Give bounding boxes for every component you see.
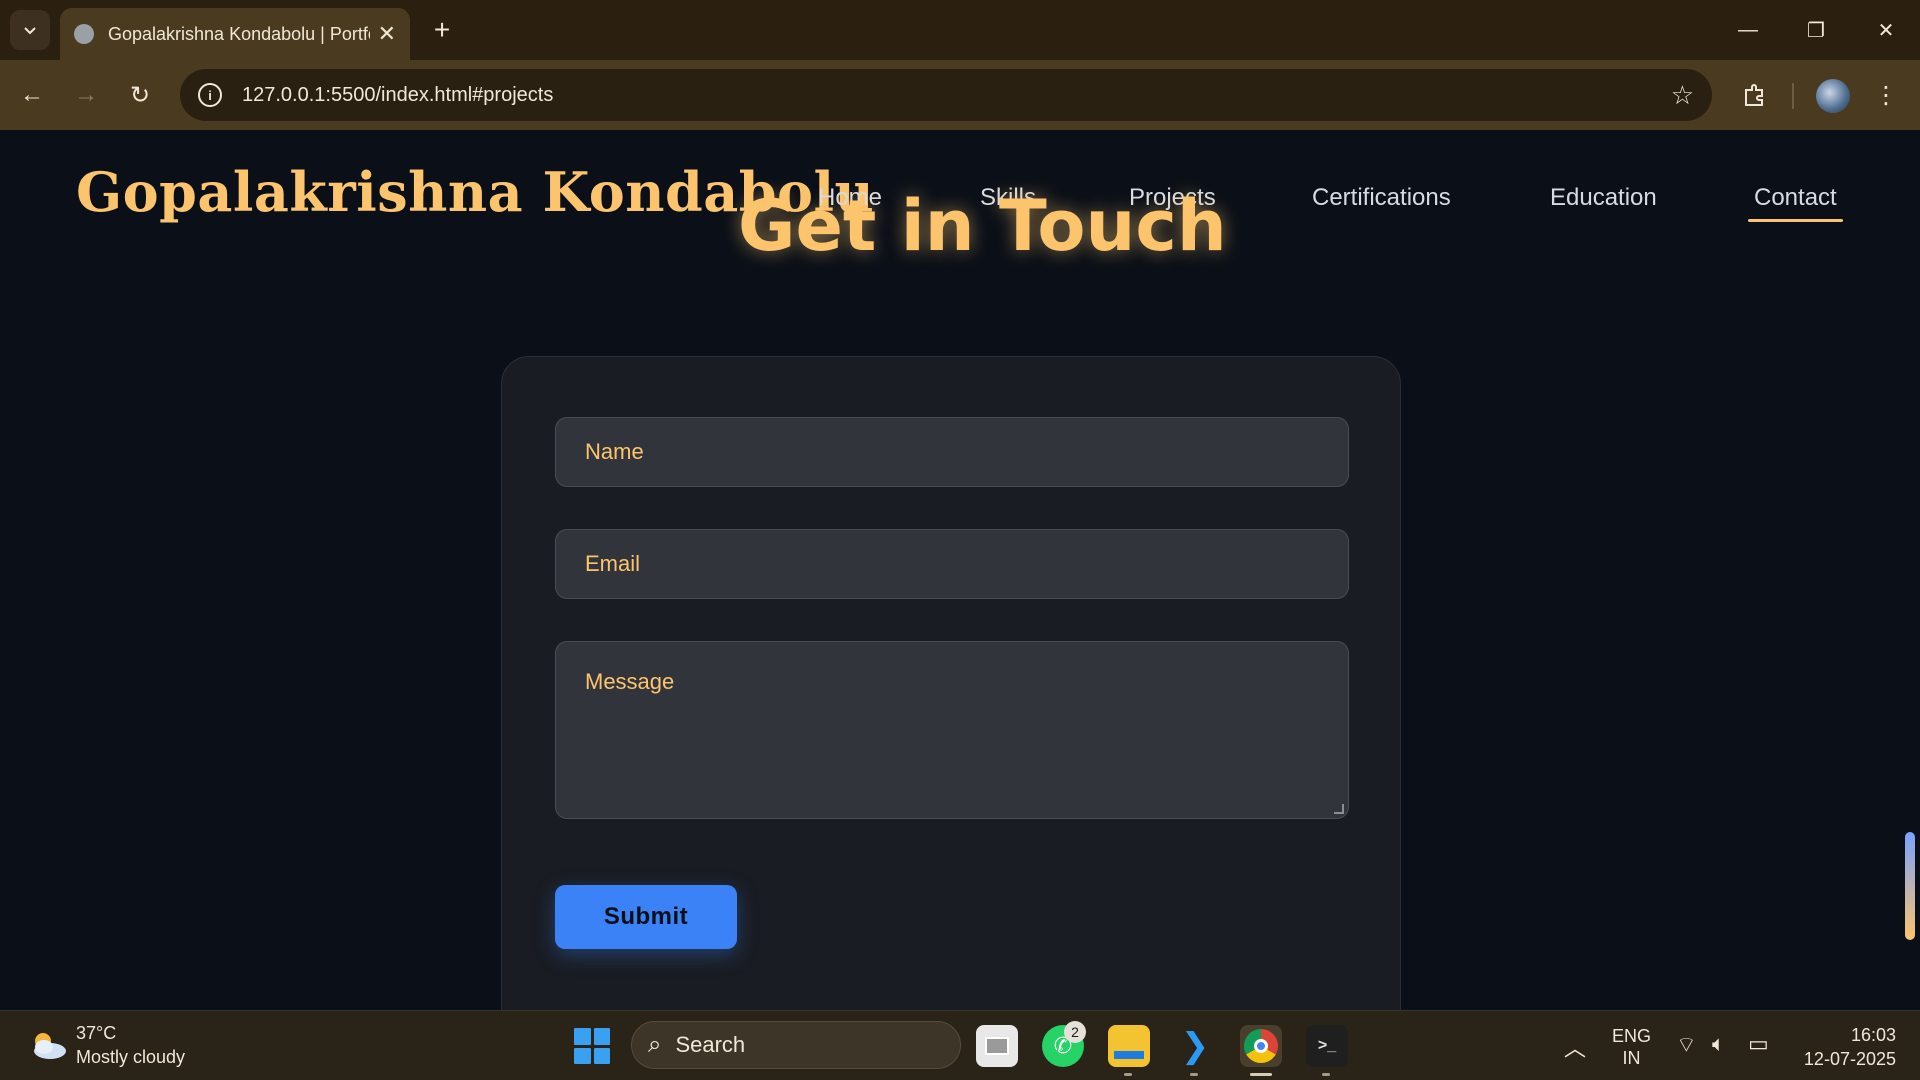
- task-view-icon[interactable]: [976, 1025, 1018, 1067]
- weather-temperature[interactable]: 37°C: [76, 1023, 116, 1044]
- browser-toolbar: ← → ↻ i 127.0.0.1:5500/index.html#projec…: [0, 60, 1920, 130]
- minimize-button[interactable]: —: [1720, 8, 1776, 52]
- message-placeholder: Message: [585, 669, 675, 694]
- page-viewport: Gopalakrishna Kondabolu Home Skills Proj…: [0, 130, 1920, 1010]
- browser-tab[interactable]: Gopalakrishna Kondabolu | Portfolio ✕: [60, 8, 410, 60]
- chrome-icon[interactable]: [1240, 1025, 1282, 1067]
- region-code: IN: [1622, 1048, 1641, 1068]
- file-explorer-icon[interactable]: [1108, 1025, 1150, 1067]
- globe-icon: [74, 24, 94, 44]
- profile-avatar[interactable]: [1816, 79, 1850, 113]
- system-clock[interactable]: 16:03 12-07-2025: [1796, 1023, 1896, 1071]
- tab-search-button[interactable]: [10, 10, 50, 50]
- bookmark-star-icon[interactable]: ☆: [1671, 80, 1694, 111]
- section-heading: Get in Touch: [738, 185, 1227, 267]
- email-input[interactable]: Email: [555, 529, 1349, 599]
- reload-button[interactable]: ↻: [122, 77, 158, 113]
- toolbar-divider: [1792, 83, 1794, 109]
- name-input[interactable]: Name: [555, 417, 1349, 487]
- battery-icon[interactable]: ▭: [1748, 1031, 1769, 1057]
- tab-title: Gopalakrishna Kondabolu | Portfolio: [108, 23, 370, 44]
- scrollbar-thumb[interactable]: [1905, 832, 1915, 940]
- language-indicator[interactable]: ENG IN: [1612, 1025, 1651, 1069]
- forward-button[interactable]: →: [68, 77, 104, 113]
- windows-start-icon[interactable]: [574, 1028, 610, 1064]
- taskbar-search[interactable]: ⌕ Search: [631, 1021, 961, 1069]
- nav-certifications[interactable]: Certifications: [1312, 184, 1451, 212]
- clock-date: 12-07-2025: [1803, 1049, 1896, 1069]
- url-text: 127.0.0.1:5500/index.html#projects: [242, 83, 554, 106]
- message-textarea[interactable]: Message: [555, 641, 1349, 819]
- address-bar[interactable]: i 127.0.0.1:5500/index.html#projects ☆: [180, 69, 1712, 121]
- volume-icon[interactable]: 🔈︎: [1712, 1031, 1725, 1057]
- submit-button[interactable]: Submit: [555, 885, 737, 949]
- nav-contact[interactable]: Contact: [1748, 184, 1843, 222]
- vscode-icon[interactable]: ❯: [1174, 1025, 1216, 1067]
- chrome-active-indicator: [1250, 1073, 1272, 1076]
- extensions-icon[interactable]: [1736, 77, 1772, 113]
- taskbar-search-label: Search: [675, 1032, 746, 1057]
- vscode-running-indicator: [1190, 1073, 1198, 1076]
- site-info-icon[interactable]: i: [198, 83, 222, 107]
- explorer-running-indicator: [1124, 1073, 1132, 1076]
- contact-form-card: Name Email Message Submit: [501, 356, 1401, 1010]
- chevron-up-icon[interactable]: ︿: [1564, 1031, 1586, 1063]
- restore-button[interactable]: ❐: [1788, 8, 1844, 52]
- whatsapp-badge: 2: [1064, 1021, 1086, 1043]
- wifi-icon[interactable]: ⌔: [1676, 1031, 1697, 1059]
- close-window-button[interactable]: ✕: [1858, 8, 1914, 52]
- new-tab-button[interactable]: +: [424, 12, 460, 48]
- terminal-icon[interactable]: >_: [1306, 1025, 1348, 1067]
- more-menu-icon[interactable]: ⋮: [1868, 77, 1904, 113]
- chevron-down-icon: [24, 27, 36, 35]
- back-button[interactable]: ←: [14, 77, 50, 113]
- nav-education[interactable]: Education: [1550, 184, 1657, 212]
- partly-cloudy-icon[interactable]: [28, 1029, 68, 1061]
- weather-description[interactable]: Mostly cloudy: [76, 1047, 185, 1068]
- close-tab-icon[interactable]: ✕: [378, 21, 396, 47]
- resize-handle-icon[interactable]: [1334, 804, 1344, 814]
- terminal-running-indicator: [1322, 1073, 1330, 1076]
- search-icon: ⌕: [648, 1031, 662, 1058]
- language-code: ENG: [1612, 1026, 1652, 1046]
- browser-tab-bar: Gopalakrishna Kondabolu | Portfolio ✕ + …: [0, 0, 1920, 60]
- windows-taskbar: 37°C Mostly cloudy ⌕ Search ✆ 2 ❯ >_ ︿ E…: [0, 1010, 1920, 1080]
- clock-time: 16:03: [1850, 1025, 1896, 1045]
